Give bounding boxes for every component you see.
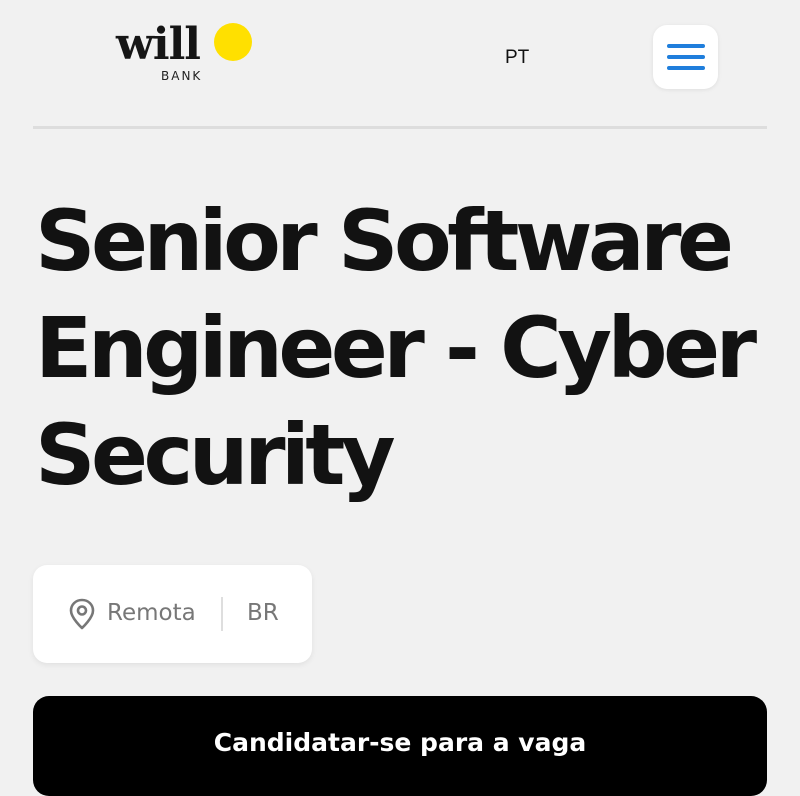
logo-subtitle: BANK	[161, 69, 203, 83]
language-switch[interactable]: PT	[505, 47, 529, 69]
logo-sun-icon	[214, 23, 252, 61]
hamburger-menu-icon	[667, 66, 705, 70]
hamburger-menu-icon	[667, 55, 705, 59]
menu-button[interactable]	[653, 25, 718, 89]
header-divider	[33, 126, 767, 129]
apply-button-label: Candidatar-se para a vaga	[213, 728, 587, 757]
apply-button[interactable]: Candidatar-se para a vaga	[33, 696, 767, 796]
logo-wordmark: will	[116, 19, 201, 70]
map-pin-icon	[69, 598, 95, 630]
hamburger-menu-icon	[667, 44, 705, 48]
site-header: will BANK PT	[0, 0, 800, 128]
location-separator	[221, 597, 223, 631]
country-label: BR	[247, 600, 279, 626]
job-title: Senior Software Engineer - Cyber Securit…	[35, 192, 757, 504]
will-bank-logo[interactable]: will BANK	[116, 20, 256, 86]
location-label: Remota	[107, 600, 196, 626]
